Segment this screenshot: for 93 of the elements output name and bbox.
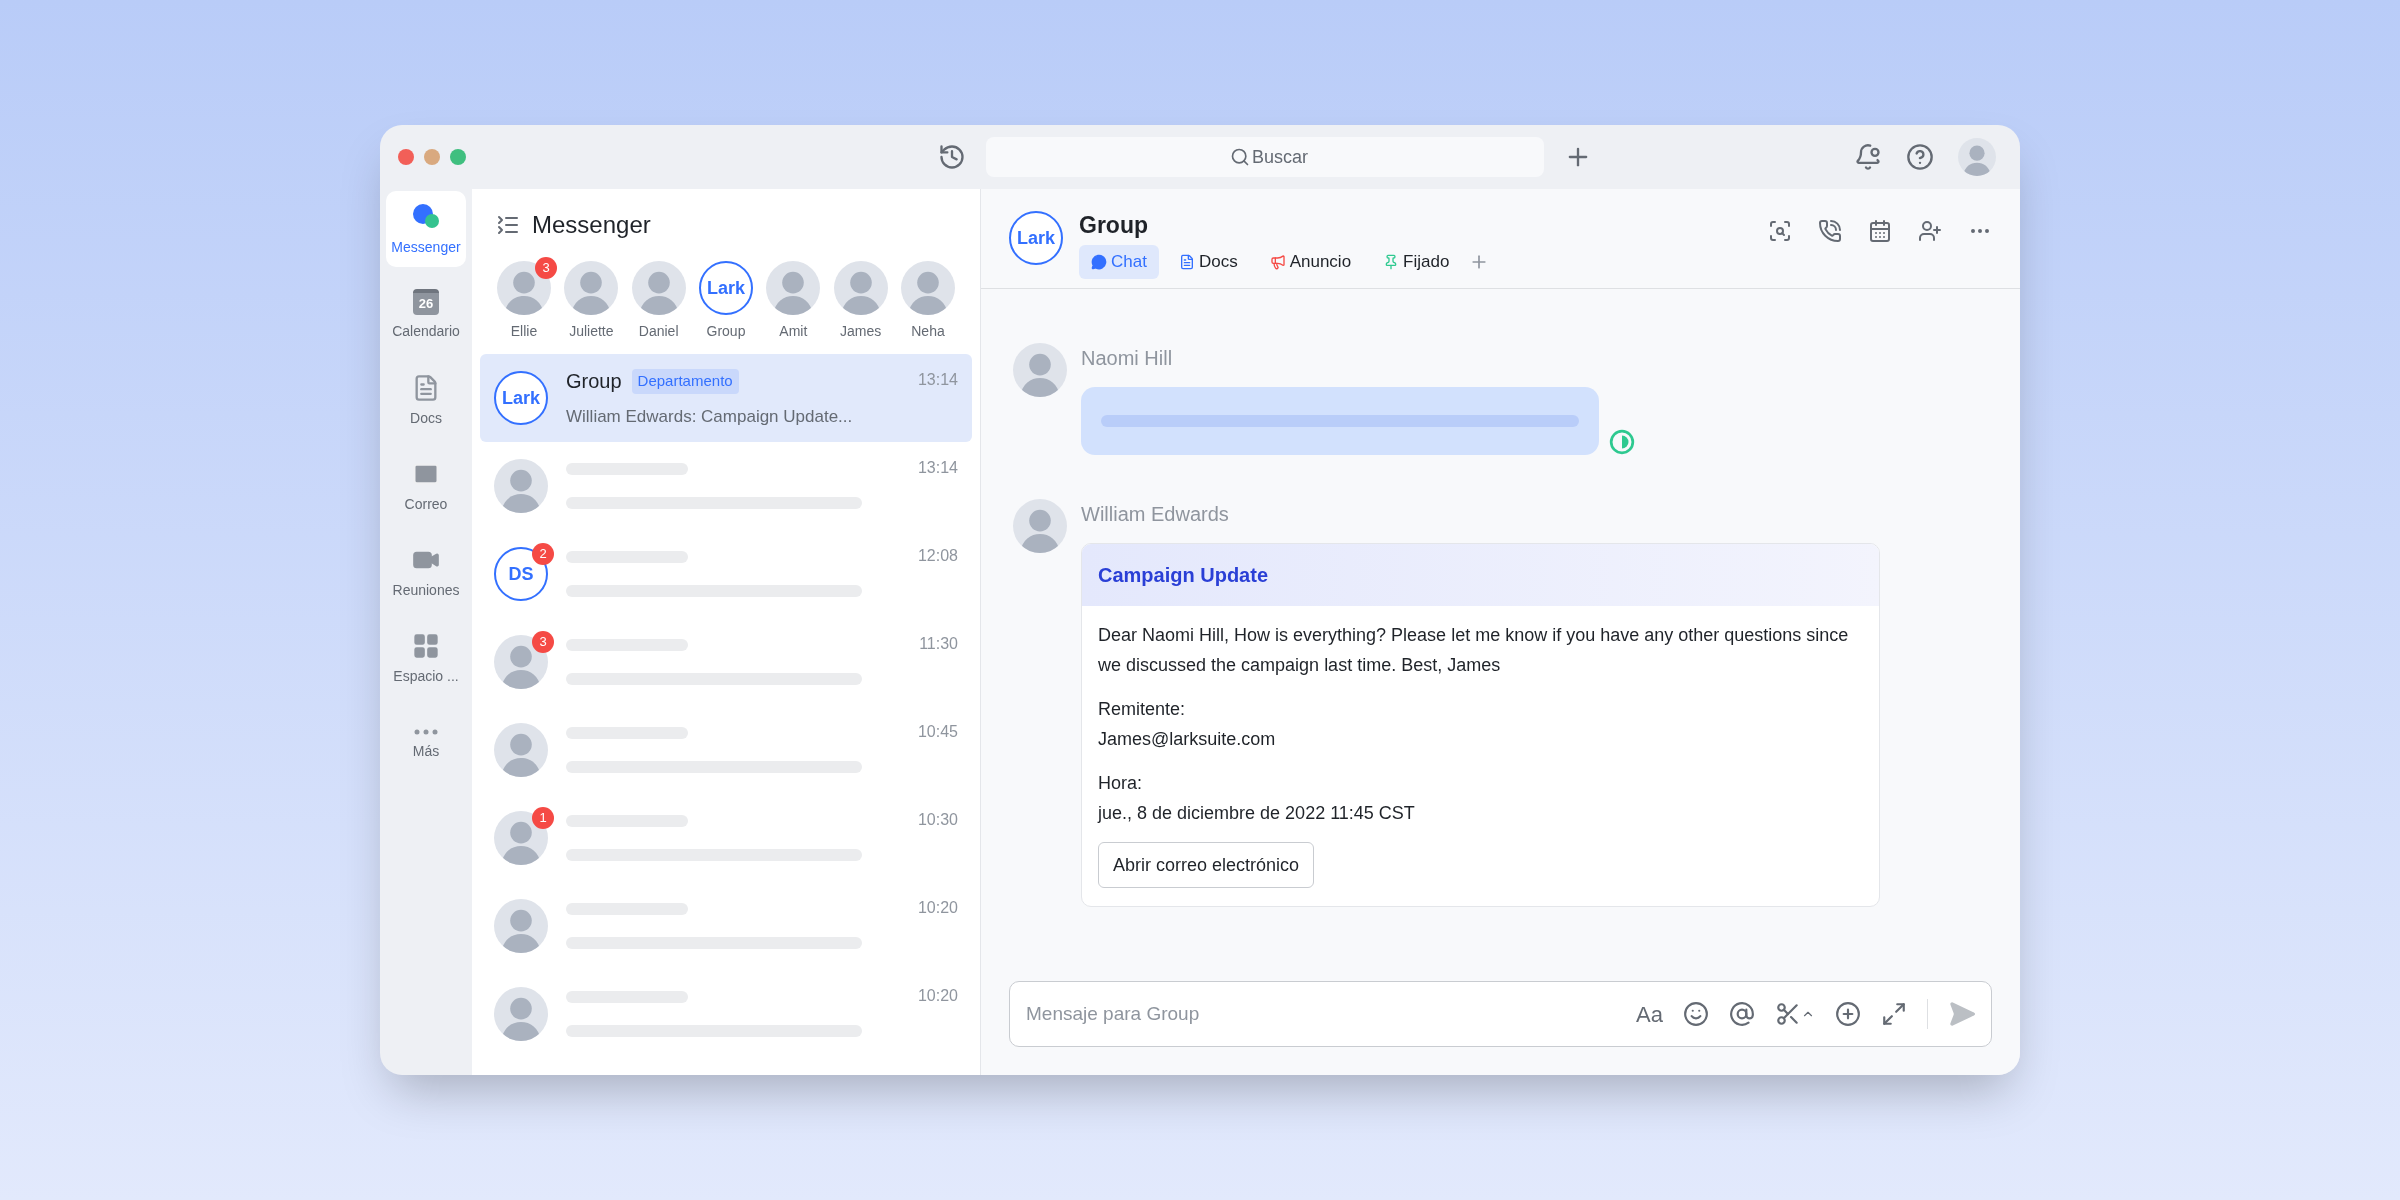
field-label: Hora: [1098, 772, 1143, 795]
avatar: Lark [1009, 211, 1063, 265]
chat-item[interactable]: DS 2 12:08 [480, 530, 972, 618]
sidebar-item[interactable]: Docs [386, 363, 466, 439]
chat-item[interactable]: 13:14 [480, 442, 972, 530]
help-icon[interactable] [1906, 143, 1934, 171]
megaphone-icon [1269, 254, 1286, 270]
sidebar-item[interactable]: Messenger [386, 191, 466, 267]
chat-time: 10:20 [917, 986, 958, 1006]
search-field[interactable]: Buscar [986, 137, 1544, 177]
search-icon [1230, 147, 1250, 167]
chat-title: Group [1079, 211, 1149, 239]
avatar [833, 261, 888, 315]
collapse-icon[interactable] [496, 213, 520, 237]
sidebar-item[interactable]: Espacio ... [386, 621, 466, 697]
apps-grid-icon [412, 631, 440, 660]
chat-name: Group [566, 369, 622, 395]
avatar [497, 261, 551, 315]
message-preview: William Edwards: Campaign Update... [566, 406, 854, 429]
chat-time: 11:30 [919, 634, 958, 654]
unread-badge: 3 [535, 257, 557, 279]
screenshot-icon[interactable] [1775, 1001, 1815, 1027]
chat-time: 10:45 [917, 722, 958, 742]
field-value: James@larksuite.com [1098, 728, 1277, 751]
chat-tab[interactable]: Docs [1166, 245, 1250, 279]
add-icon[interactable] [1835, 1001, 1861, 1027]
chat-item[interactable]: 3 11:30 [480, 618, 972, 706]
chat-time: 13:14 [917, 458, 958, 478]
close-window-control[interactable] [398, 149, 414, 165]
format-button[interactable]: Aa [1636, 997, 1663, 1031]
chat-item[interactable]: 10:45 [480, 706, 972, 794]
calendar-icon: 26 [413, 288, 439, 315]
chat-tab[interactable]: Anuncio [1257, 245, 1364, 279]
chat-time: 10:30 [917, 810, 958, 830]
chat-item[interactable]: Lark Group Departamento William Edwards: Campaign Update... 13:14 [480, 354, 972, 442]
chat-item[interactable]: 10:20 [480, 882, 972, 970]
avatar [766, 261, 821, 315]
sidebar-item[interactable]: Reuniones [386, 535, 466, 611]
mention-icon[interactable] [1729, 1001, 1755, 1027]
card-title: Campaign Update [1098, 563, 1269, 588]
avatar [1958, 138, 1996, 176]
contact-name[interactable]: Group [706, 321, 746, 342]
emoji-icon[interactable] [1683, 1001, 1709, 1027]
more-icon [414, 728, 438, 735]
avatar [494, 987, 548, 1041]
panel-title: Messenger [532, 210, 651, 240]
notification-icon[interactable] [1854, 143, 1882, 171]
unread-badge: 2 [532, 543, 554, 565]
field-label: Remitente: [1098, 698, 1187, 721]
search-icon[interactable] [1768, 219, 1792, 243]
chat-time: 10:20 [917, 898, 958, 918]
avatar [564, 261, 619, 315]
department-tag: Departamento [631, 369, 739, 394]
document-icon [1178, 254, 1195, 270]
avatar [1013, 499, 1067, 553]
avatar [900, 261, 955, 315]
sidebar-item[interactable]: Más [386, 707, 466, 783]
avatar [494, 459, 548, 513]
contact-name[interactable]: Daniel [638, 321, 679, 342]
avatar [631, 261, 686, 315]
expand-icon[interactable] [1881, 1001, 1907, 1027]
chat-tab[interactable]: Chat [1079, 245, 1159, 279]
email-body: Dear Naomi Hill, How is everything? Please let me know if you have any other questions since we discussed the campaign last time. Best, James [1098, 624, 1850, 677]
chat-item[interactable]: 10:20 [480, 970, 972, 1058]
contact-name[interactable]: Juliette [569, 321, 614, 342]
avatar: Lark [494, 371, 548, 425]
chat-icon [1091, 254, 1107, 270]
sidebar-item[interactable]: 26 Calendario [386, 277, 466, 353]
avatar: Lark [699, 261, 753, 315]
field-value: jue., 8 de diciembre de 2022 11:45 CST [1098, 802, 1416, 825]
sender-name: William Edwards [1081, 502, 1230, 527]
avatar [494, 723, 548, 777]
calendar-icon[interactable] [1868, 219, 1892, 243]
add-member-icon[interactable] [1918, 219, 1942, 243]
avatar [494, 811, 548, 865]
avatar [494, 635, 548, 689]
contact-name[interactable]: James [840, 321, 882, 342]
avatar [494, 899, 548, 953]
unread-badge: 3 [532, 631, 554, 653]
chat-time: 12:08 [917, 546, 958, 566]
unread-badge: 1 [532, 807, 554, 829]
contact-name[interactable]: Ellie [510, 321, 538, 342]
chat-time: 13:14 [917, 370, 958, 390]
avatar [1013, 343, 1067, 397]
phone-icon[interactable] [1818, 219, 1842, 243]
history-icon[interactable] [938, 143, 966, 171]
chat-item[interactable]: 1 10:30 [480, 794, 972, 882]
sender-name: Naomi Hill [1081, 346, 1174, 371]
chat-tab[interactable]: Fijado [1371, 245, 1462, 279]
open-email-button[interactable]: Abrir correo electrónico [1098, 842, 1315, 888]
contact-name[interactable]: Amit [779, 321, 808, 342]
contact-name[interactable]: Neha [911, 321, 945, 342]
sidebar-item[interactable]: Correo [386, 449, 466, 525]
